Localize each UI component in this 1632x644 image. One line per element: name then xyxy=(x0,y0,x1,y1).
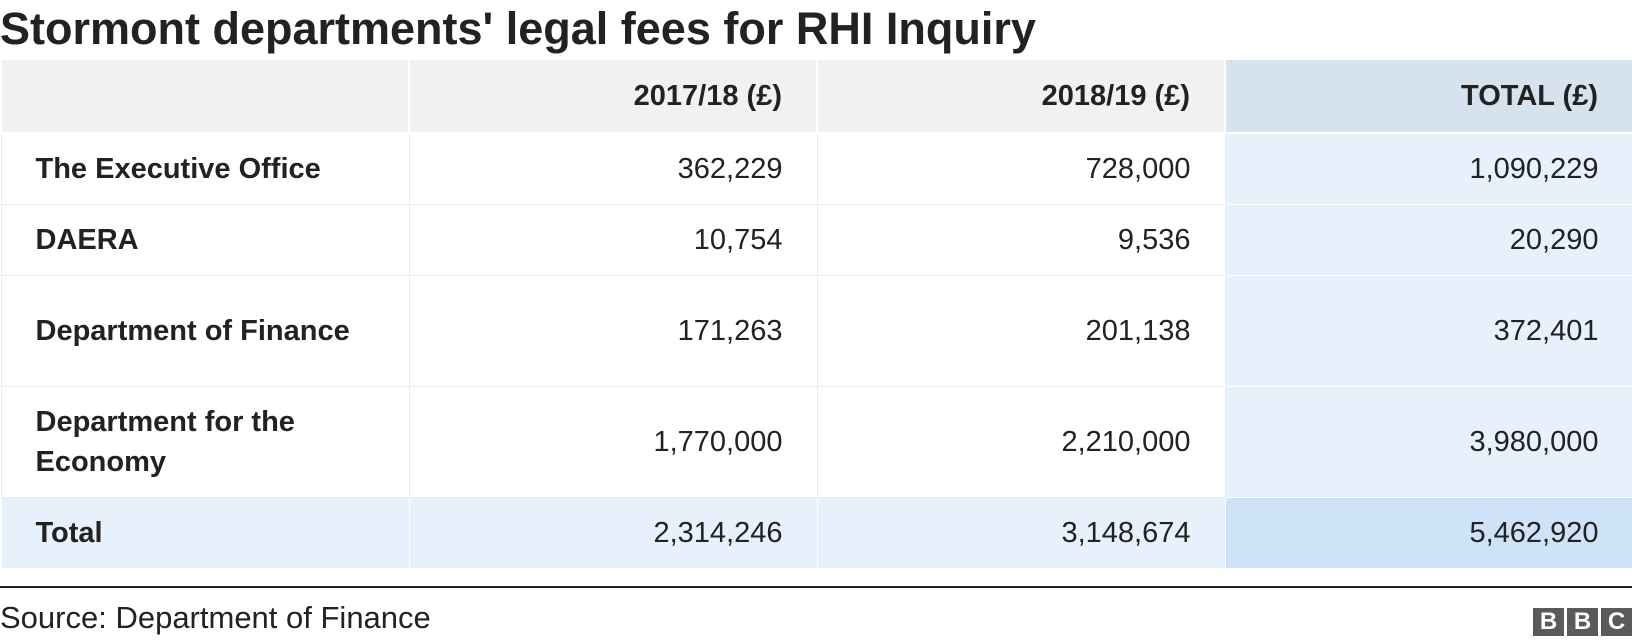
cell-total: 372,401 xyxy=(1224,275,1632,387)
header-cell-department xyxy=(0,58,410,134)
header-cell-2018-19: 2018/19 (£) xyxy=(816,58,1226,134)
cell-2017-18: 171,263 xyxy=(408,275,818,387)
fees-table: 2017/18 (£) 2018/19 (£) TOTAL (£) The Ex… xyxy=(0,58,1632,569)
cell-2018-19: 201,138 xyxy=(816,275,1226,387)
table-row: Department of Finance 171,263 201,138 37… xyxy=(0,275,1632,387)
cell-total: 3,980,000 xyxy=(1224,386,1632,498)
cell-2018-19: 9,536 xyxy=(816,204,1226,276)
table-row: Department for the Economy 1,770,000 2,2… xyxy=(0,386,1632,498)
bbc-logo: B B C xyxy=(1533,608,1632,636)
cell-2018-19: 728,000 xyxy=(816,132,1226,205)
table-row: DAERA 10,754 9,536 20,290 xyxy=(0,204,1632,276)
header-cell-2017-18: 2017/18 (£) xyxy=(408,58,818,134)
row-label: Department for the Economy xyxy=(0,386,410,498)
cell-2017-18: 2,314,246 xyxy=(408,497,818,569)
chart-title: Stormont departments' legal fees for RHI… xyxy=(0,3,1036,54)
cell-2017-18: 362,229 xyxy=(408,132,818,205)
total-row: Total 2,314,246 3,148,674 5,462,920 xyxy=(0,497,1632,569)
row-label: DAERA xyxy=(0,204,410,276)
cell-2017-18: 10,754 xyxy=(408,204,818,276)
footer-divider xyxy=(0,586,1632,588)
logo-letter: B xyxy=(1533,608,1564,636)
cell-grand-total: 5,462,920 xyxy=(1224,497,1632,569)
table-row: The Executive Office 362,229 728,000 1,0… xyxy=(0,132,1632,205)
cell-total: 1,090,229 xyxy=(1224,132,1632,205)
logo-letter: B xyxy=(1567,608,1598,636)
source-note: Source: Department of Finance xyxy=(0,600,431,635)
logo-letter: C xyxy=(1601,608,1632,636)
row-label-total: Total xyxy=(0,497,410,569)
header-row: 2017/18 (£) 2018/19 (£) TOTAL (£) xyxy=(0,58,1632,134)
header-cell-total: TOTAL (£) xyxy=(1224,58,1632,134)
cell-2017-18: 1,770,000 xyxy=(408,386,818,498)
cell-2018-19: 3,148,674 xyxy=(816,497,1226,569)
cell-2018-19: 2,210,000 xyxy=(816,386,1226,498)
row-label: Department of Finance xyxy=(0,275,410,387)
row-label: The Executive Office xyxy=(0,132,410,205)
cell-total: 20,290 xyxy=(1224,204,1632,276)
